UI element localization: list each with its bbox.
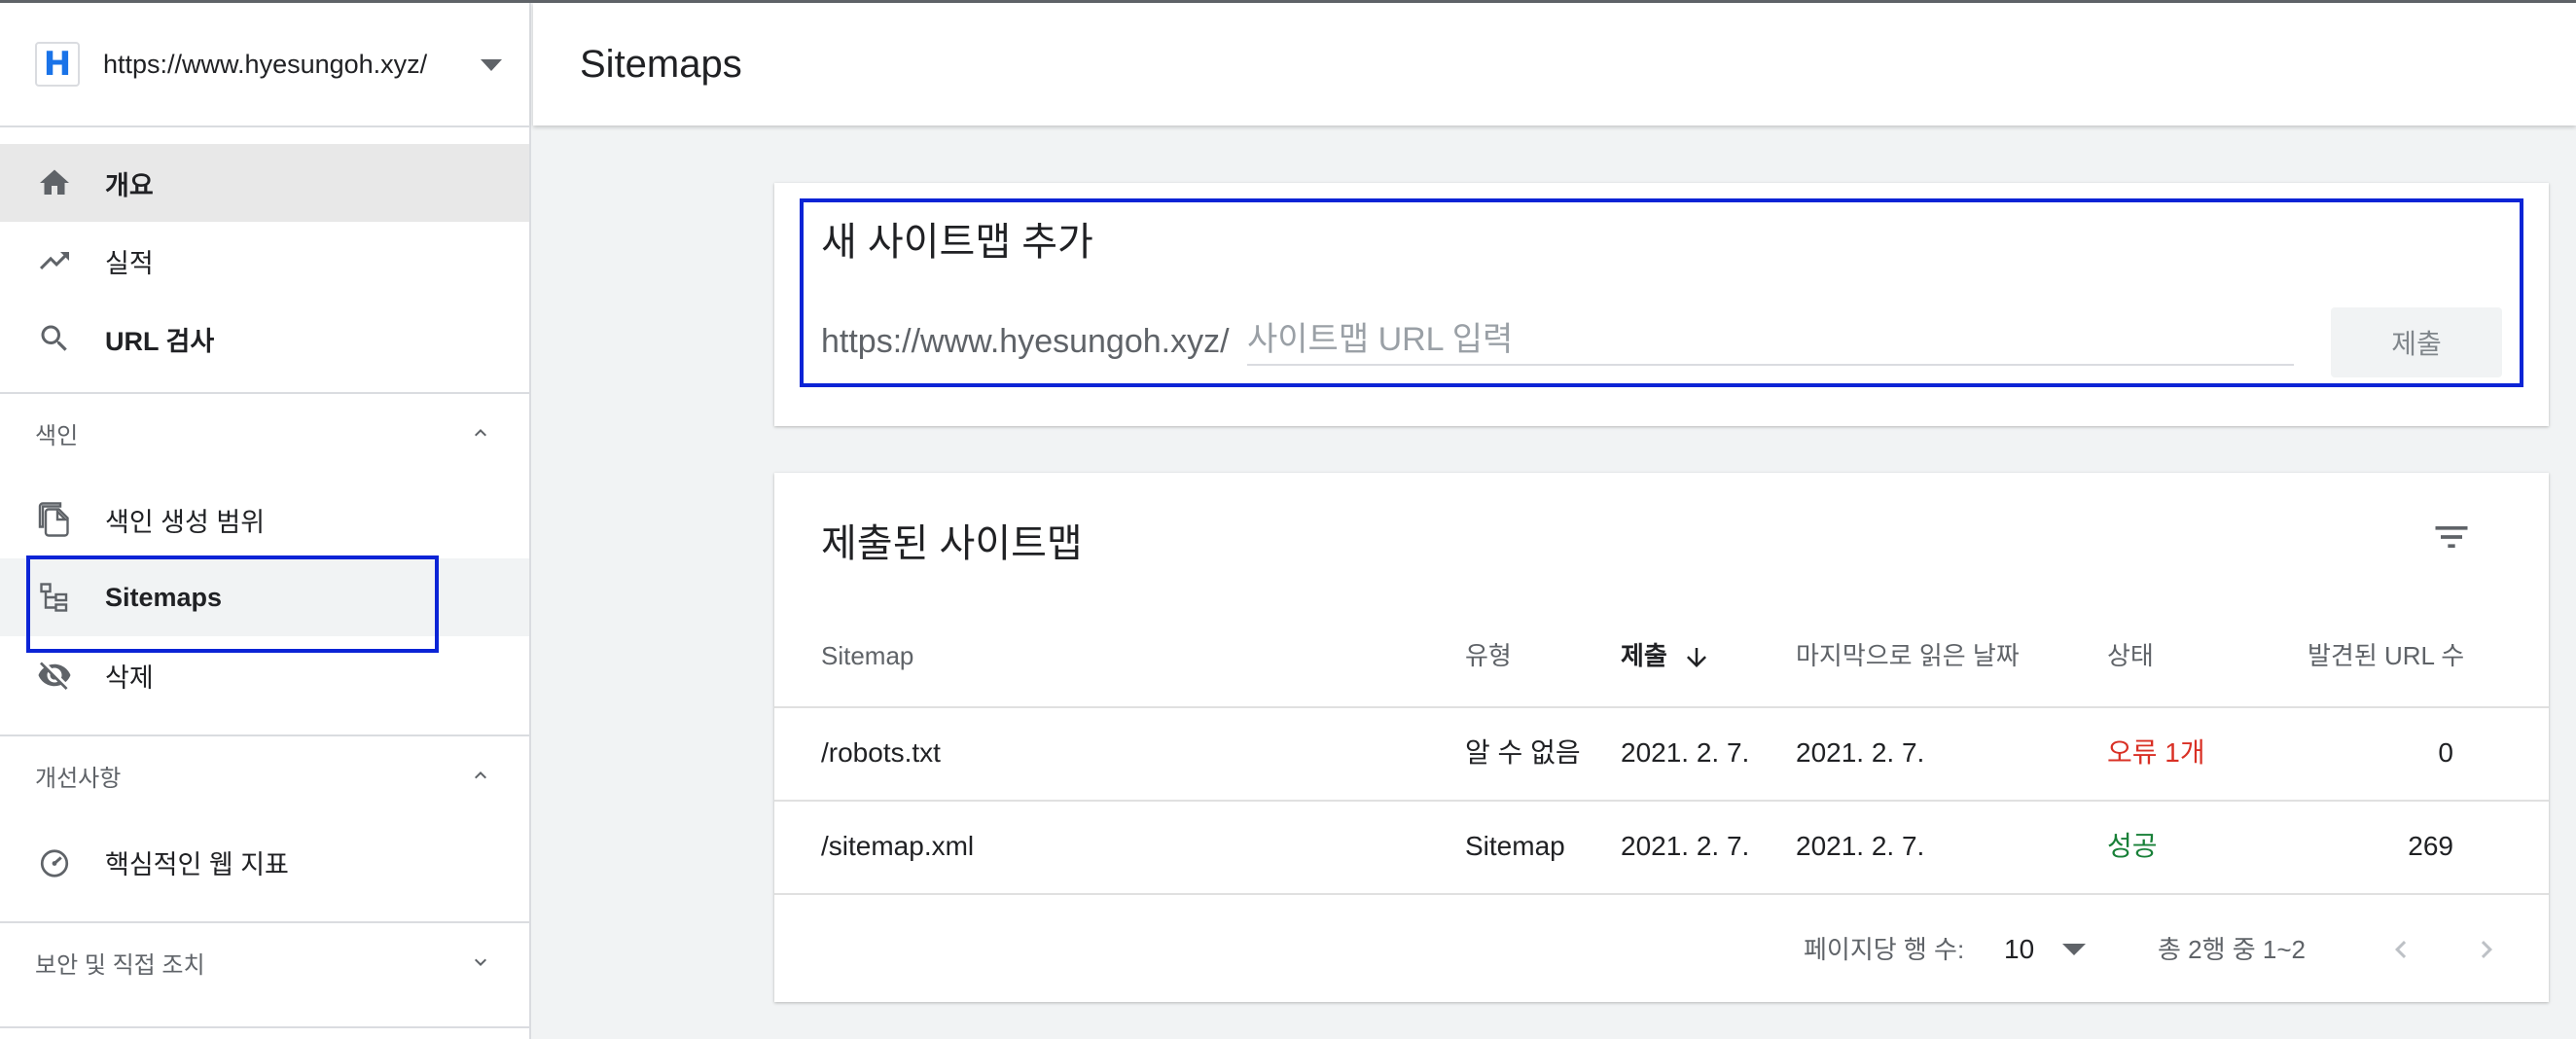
row-divider (774, 706, 2549, 708)
cell-type: 알 수 없음 (1465, 737, 1581, 768)
submitted-sitemaps-title: 제출된 사이트맵 (821, 522, 1083, 565)
section-label: 보안 및 직접 조치 (35, 951, 205, 979)
sidebar-item-url-inspection[interactable]: URL 검사 (0, 300, 529, 377)
sidebar-item-core-web-vitals[interactable]: 핵심적인 웹 지표 (0, 823, 529, 901)
sidebar-item-label: URL 검사 (105, 326, 215, 356)
column-header-label: 제출 (1621, 641, 1667, 670)
column-header-sitemap[interactable]: Sitemap (821, 636, 913, 675)
rows-per-page-label: 페이지당 행 수: (1804, 935, 1965, 964)
cell-last-read: 2021. 2. 7. (1796, 831, 1925, 861)
status-badge: 오류 1개 (2107, 737, 2205, 768)
cell-discovered: 269 (2408, 831, 2453, 861)
copy-pages-icon (37, 502, 72, 537)
sitemap-url-prefix: https://www.hyesungoh.xyz/ (821, 323, 1230, 360)
column-header-discovered[interactable]: 발견된 URL 수 (2308, 636, 2464, 675)
sidebar-item-label: 개요 (105, 170, 154, 200)
property-selector[interactable]: H https://www.hyesungoh.xyz/ (0, 3, 529, 127)
row-divider (774, 800, 2549, 802)
section-header-enhancements[interactable]: 개선사항 (0, 744, 529, 806)
home-icon (37, 165, 72, 200)
property-logo: H (35, 42, 80, 87)
sidebar-item-label: 색인 생성 범위 (105, 507, 266, 537)
previous-page-button[interactable] (2381, 930, 2420, 969)
highlight-box-sitemaps (26, 555, 439, 653)
sidebar-item-overview[interactable]: 개요 (0, 144, 529, 222)
filter-icon[interactable] (2430, 516, 2473, 558)
sidebar-item-label: 실적 (105, 248, 154, 278)
column-header-status[interactable]: 상태 (2107, 636, 2154, 675)
chevron-up-icon (475, 771, 486, 779)
submit-button[interactable]: 제출 (2331, 307, 2502, 377)
section-header-security[interactable]: 보안 및 직접 조치 (0, 931, 529, 993)
speedometer-icon (37, 844, 72, 879)
chevron-left-icon (2395, 941, 2407, 958)
trending-up-icon (37, 243, 72, 278)
status-badge: 성공 (2107, 831, 2158, 861)
sidebar-item-performance[interactable]: 실적 (0, 222, 529, 300)
divider (0, 392, 529, 394)
dropdown-caret-icon[interactable] (481, 59, 502, 71)
dropdown-caret-icon[interactable] (2062, 944, 2086, 955)
sidebar-item-label: 핵심적인 웹 지표 (105, 849, 289, 879)
divider (0, 734, 529, 736)
add-sitemap-title: 새 사이트맵 추가 (821, 221, 1093, 264)
cell-sitemap: /sitemap.xml (821, 831, 975, 861)
cell-submitted: 2021. 2. 7. (1621, 831, 1750, 861)
divider (0, 1026, 529, 1028)
divider (0, 921, 529, 923)
submitted-sitemaps-card: 제출된 사이트맵 Sitemap 유형 제출 마지막으로 읽은 날짜 상태 발견… (774, 473, 2549, 1002)
visibility-off-icon (37, 658, 72, 693)
page-header: Sitemaps (533, 3, 2576, 125)
chevron-up-icon (475, 429, 486, 437)
cell-type: Sitemap (1465, 831, 1565, 861)
cell-discovered: 0 (2438, 737, 2453, 768)
sitemap-url-input[interactable] (1247, 315, 2294, 366)
section-header-index[interactable]: 색인 (0, 402, 529, 464)
rows-per-page-select[interactable]: 10 (2004, 930, 2034, 969)
section-label: 개선사항 (35, 765, 122, 792)
column-header-submitted[interactable]: 제출 (1621, 636, 1711, 675)
pagination-range: 총 2행 중 1~2 (2158, 935, 2306, 964)
chevron-down-icon (475, 958, 486, 966)
sidebar-item-label: 삭제 (105, 663, 154, 693)
section-label: 색인 (35, 422, 79, 449)
page-title: Sitemaps (580, 42, 742, 86)
cell-sitemap: /robots.txt (821, 737, 941, 768)
cell-submitted: 2021. 2. 7. (1621, 737, 1750, 768)
sidebar-item-coverage[interactable]: 색인 생성 범위 (0, 481, 529, 558)
column-header-type[interactable]: 유형 (1465, 636, 1512, 675)
column-header-last-read[interactable]: 마지막으로 읽은 날짜 (1796, 636, 2020, 675)
add-sitemap-card: 새 사이트맵 추가 https://www.hyesungoh.xyz/ 제출 (774, 183, 2549, 426)
next-page-button[interactable] (2467, 930, 2506, 969)
property-url: https://www.hyesungoh.xyz/ (103, 49, 428, 79)
arrow-down-icon (1687, 648, 1707, 668)
sidebar: H https://www.hyesungoh.xyz/ 개요 실적 URL 검… (0, 3, 531, 1039)
row-divider (774, 893, 2549, 895)
search-icon (37, 321, 72, 356)
chevron-right-icon (2481, 941, 2492, 958)
cell-last-read: 2021. 2. 7. (1796, 737, 1925, 768)
